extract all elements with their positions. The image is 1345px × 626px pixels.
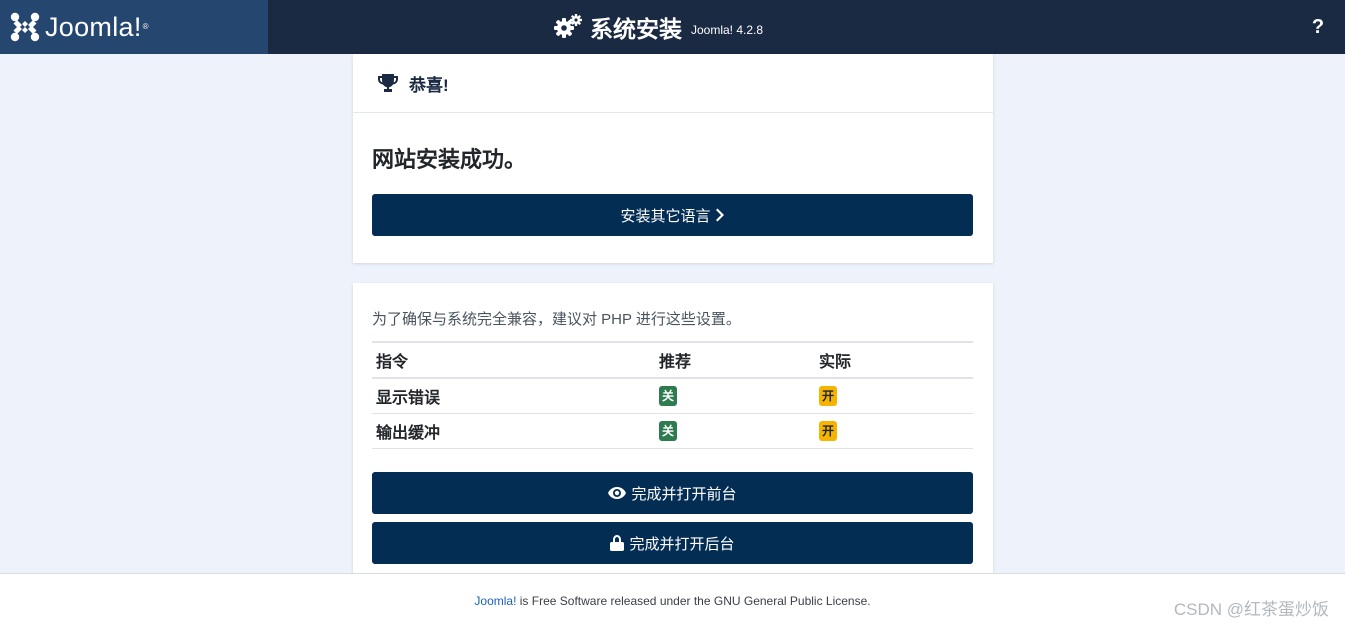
help-icon[interactable]: ? — [1308, 14, 1328, 40]
footer-license-text: Joomla! is Free Software released under … — [0, 594, 1345, 608]
license-text: is Free Software released under the GNU … — [516, 594, 871, 608]
congrats-heading: 恭喜! — [409, 75, 449, 95]
eye-icon — [608, 487, 627, 499]
recommended-cell: 关 — [655, 413, 815, 449]
status-badge: 关 — [659, 421, 677, 441]
lock-icon — [610, 535, 625, 551]
joomla-logo-icon — [10, 12, 40, 42]
recommended-cell: 关 — [655, 378, 815, 414]
actual-cell: 开 — [815, 413, 973, 449]
directive-cell: 显示错误 — [372, 378, 655, 414]
php-settings-table: 指令 推荐 实际 显示错误 关 开 输出缓冲 关 开 — [372, 341, 973, 449]
success-message: 网站安装成功。 — [372, 147, 527, 172]
status-badge: 开 — [819, 386, 837, 406]
table-row: 输出缓冲 关 开 — [372, 413, 973, 449]
install-languages-button[interactable]: 安装其它语言 — [372, 194, 973, 236]
footer: Joomla! is Free Software released under … — [0, 573, 1345, 626]
column-header-recommended: 推荐 — [655, 341, 815, 379]
open-site-button[interactable]: 完成并打开前台 — [372, 472, 973, 514]
cogs-icon — [554, 14, 582, 38]
watermark: CSDN @红茶蛋炒饭 — [1173, 600, 1329, 619]
open-admin-label: 完成并打开后台 — [629, 535, 735, 553]
congrats-card: 恭喜! 网站安装成功。 安装其它语言 — [353, 54, 993, 263]
column-header-directive: 指令 — [372, 341, 655, 379]
joomla-link[interactable]: Joomla! — [474, 594, 516, 608]
table-row: 显示错误 关 开 — [372, 378, 973, 414]
page-title: 系统安装 — [590, 16, 682, 42]
header: Joomla!® 系统安装 Joomla! 4.2.8 ? — [0, 0, 1345, 54]
open-site-label: 完成并打开前台 — [631, 485, 737, 503]
header-title-group: 系统安装 Joomla! 4.2.8 — [553, 8, 763, 46]
table-header-row: 指令 推荐 实际 — [372, 341, 973, 379]
php-settings-note: 为了确保与系统完全兼容，建议对 PHP 进行这些设置。 — [372, 311, 741, 328]
logo[interactable]: Joomla!® — [0, 0, 268, 54]
version-label: Joomla! 4.2.8 — [691, 22, 764, 37]
directive-cell: 输出缓冲 — [372, 413, 655, 449]
actual-cell: 开 — [815, 378, 973, 414]
open-admin-button[interactable]: 完成并打开后台 — [372, 522, 973, 564]
logo-text: Joomla!® — [45, 12, 149, 42]
install-languages-label: 安装其它语言 — [620, 207, 711, 225]
status-badge: 开 — [819, 421, 837, 441]
status-badge: 关 — [659, 386, 677, 406]
trophy-icon — [378, 74, 398, 92]
column-header-actual: 实际 — [815, 341, 973, 379]
php-settings-card: 为了确保与系统完全兼容，建议对 PHP 进行这些设置。 指令 推荐 实际 显示错… — [353, 283, 993, 583]
chevron-right-icon — [715, 208, 724, 222]
congrats-card-header: 恭喜! — [353, 54, 993, 113]
